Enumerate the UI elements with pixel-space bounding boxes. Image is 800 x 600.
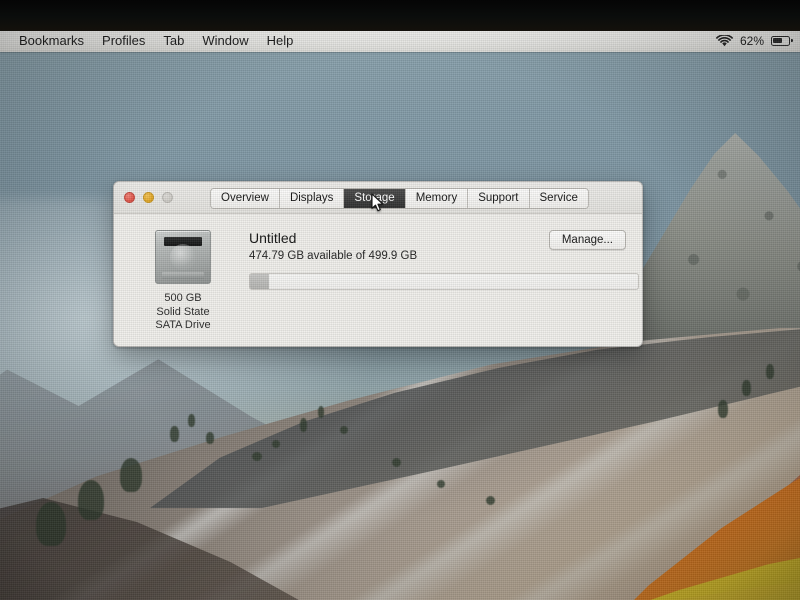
tab-displays[interactable]: Displays xyxy=(279,189,345,208)
tab-bar: Overview Displays Storage Memory Support… xyxy=(210,188,589,209)
wallpaper-shrub xyxy=(742,380,751,396)
close-button[interactable] xyxy=(124,192,135,203)
wallpaper-shrub xyxy=(340,426,348,434)
volume-name: Untitled xyxy=(249,230,297,246)
wallpaper-shrub xyxy=(318,406,324,418)
menu-item-tab[interactable]: Tab xyxy=(154,31,193,51)
menu-item-window[interactable]: Window xyxy=(193,31,257,51)
battery-icon[interactable] xyxy=(771,35,793,46)
drive-specs: 500 GB Solid State SATA Drive xyxy=(133,292,233,333)
wallpaper-shrub xyxy=(766,364,774,379)
tab-memory[interactable]: Memory xyxy=(405,189,469,208)
menu-item-bookmarks[interactable]: Bookmarks xyxy=(10,31,93,51)
window-controls xyxy=(114,192,173,203)
drive-capacity-label: 500 GB xyxy=(164,292,202,304)
about-this-mac-window[interactable]: Overview Displays Storage Memory Support… xyxy=(113,181,643,347)
tab-support[interactable]: Support xyxy=(468,189,530,208)
wallpaper-shrub xyxy=(170,426,179,442)
drive-type-label: Solid State xyxy=(156,305,210,318)
wallpaper-shrub xyxy=(486,496,495,505)
tab-storage[interactable]: Storage xyxy=(344,189,406,208)
wifi-icon[interactable] xyxy=(716,33,733,47)
menu-item-profiles[interactable]: Profiles xyxy=(93,31,154,51)
tab-service[interactable]: Service xyxy=(529,189,588,208)
menu-bar: Bookmarks Profiles Tab Window Help 62% xyxy=(0,29,800,52)
wallpaper-shrub xyxy=(392,458,401,467)
window-titlebar[interactable]: Overview Displays Storage Memory Support… xyxy=(114,182,642,214)
drive-interface-label: SATA Drive xyxy=(155,319,211,331)
menu-bar-items: Bookmarks Profiles Tab Window Help xyxy=(0,31,302,51)
tab-overview[interactable]: Overview xyxy=(211,189,280,208)
capacity-bar xyxy=(249,273,639,290)
menu-bar-status-items: 62% xyxy=(716,34,800,48)
storage-panel: 500 GB Solid State SATA Drive Untitled 4… xyxy=(114,214,642,346)
monitor-bezel-top xyxy=(0,0,800,31)
battery-percentage: 62% xyxy=(739,33,764,48)
wallpaper-shrub xyxy=(120,458,142,492)
volume-availability: 474.79 GB available of 499.9 GB xyxy=(249,250,418,262)
zoom-button xyxy=(162,192,173,203)
menu-item-help[interactable]: Help xyxy=(258,31,303,51)
manage-button[interactable]: Manage... xyxy=(548,230,626,250)
volume-info: Untitled 474.79 GB available of 499.9 GB xyxy=(249,230,639,290)
hard-drive-icon xyxy=(155,230,211,284)
wallpaper-shrub xyxy=(206,432,214,444)
wallpaper-shrub xyxy=(718,400,728,418)
drive-summary: 500 GB Solid State SATA Drive xyxy=(133,230,233,333)
wallpaper-shrub xyxy=(78,480,104,520)
wallpaper-shrub xyxy=(188,414,195,427)
wallpaper-shrub xyxy=(437,480,445,488)
screen-photo: Bookmarks Profiles Tab Window Help 62% O… xyxy=(0,0,800,600)
capacity-bar-used-fill xyxy=(250,274,270,289)
wallpaper-shrub xyxy=(300,418,307,432)
wallpaper-shrub xyxy=(252,452,262,461)
wallpaper-shrub xyxy=(36,502,66,546)
minimize-button[interactable] xyxy=(143,192,154,203)
wallpaper-shrub xyxy=(272,440,280,448)
